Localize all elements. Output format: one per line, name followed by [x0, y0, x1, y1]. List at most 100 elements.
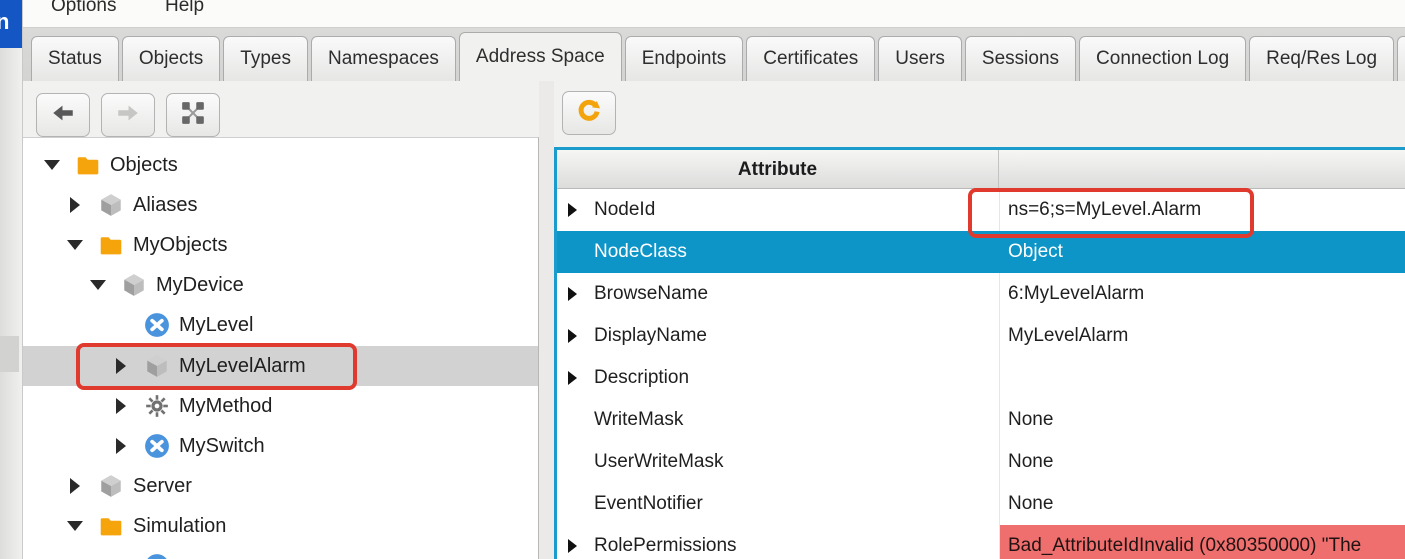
expander-icon[interactable]	[66, 521, 84, 531]
back-button[interactable]	[36, 93, 90, 137]
attr-value: 6:MyLevelAlarm	[1000, 273, 1405, 315]
expand-all-button[interactable]	[166, 93, 220, 137]
expand-all-icon	[180, 100, 206, 131]
cube-icon	[98, 192, 124, 218]
tree-item-label: MyLevelAlarm	[179, 355, 306, 378]
expander-icon[interactable]	[112, 438, 130, 454]
tree-item-server[interactable]: Server	[23, 466, 538, 506]
expander-icon[interactable]	[112, 358, 130, 374]
attributes-table-header[interactable]: Attribute	[557, 150, 1405, 189]
forward-arrow-icon	[115, 100, 141, 131]
expander-icon[interactable]	[89, 280, 107, 290]
tree-item-label: MySwitch	[179, 435, 265, 458]
tree-item-label: Aliases	[133, 194, 197, 217]
tab-row: Status Objects Types Namespaces Address …	[31, 32, 1405, 81]
attr-row-displayname[interactable]: DisplayName MyLevelAlarm	[557, 315, 1405, 357]
attributes-table: Attribute NodeId ns=6;s=MyLevel.Alarm No…	[554, 147, 1405, 559]
tab-address-space[interactable]: Address Space	[459, 32, 622, 81]
attr-name: WriteMask	[594, 399, 683, 441]
attr-name: RolePermissions	[594, 525, 737, 559]
tree-item-objects[interactable]: Objects	[23, 145, 538, 185]
cube-icon	[144, 353, 170, 379]
attr-value: None	[1000, 441, 1405, 483]
attr-value: None	[1000, 483, 1405, 525]
menu-options[interactable]: Options	[51, 0, 116, 17]
tab-req-res-log[interactable]: Req/Res Log	[1249, 36, 1394, 81]
attr-row-userwritemask[interactable]: UserWriteMask None	[557, 441, 1405, 483]
tab-types[interactable]: Types	[223, 36, 308, 81]
tree-item-mydevice[interactable]: MyDevice	[23, 265, 538, 305]
attr-row-writemask[interactable]: WriteMask None	[557, 399, 1405, 441]
variable-icon	[144, 433, 170, 459]
attr-name: NodeClass	[594, 231, 687, 273]
attr-row-browsename[interactable]: BrowseName 6:MyLevelAlarm	[557, 273, 1405, 315]
attr-row-description[interactable]: Description	[557, 357, 1405, 399]
tab-status[interactable]: Status	[31, 36, 119, 81]
row-expander-icon[interactable]	[568, 203, 577, 217]
refresh-button[interactable]	[562, 91, 616, 135]
row-expander-icon[interactable]	[568, 371, 577, 385]
app-window: Options Help Status Objects Types Namesp…	[22, 0, 1405, 559]
row-expander-icon[interactable]	[568, 287, 577, 301]
tab-endpoints[interactable]: Endpoints	[625, 36, 744, 81]
folder-icon	[75, 152, 101, 178]
attributes-toolbar	[554, 81, 1405, 147]
expander-icon[interactable]	[66, 197, 84, 213]
attr-value: ns=6;s=MyLevel.Alarm	[1000, 189, 1405, 231]
tree-item-myswitch[interactable]: MySwitch	[23, 426, 538, 466]
screenshot-root: n Options Help Status Objects Types Name…	[0, 0, 1405, 559]
attribute-column-header[interactable]: Attribute	[557, 150, 999, 189]
row-expander-icon[interactable]	[568, 539, 577, 553]
expander-icon[interactable]	[66, 240, 84, 250]
menu-help[interactable]: Help	[165, 0, 204, 17]
tab-certificates[interactable]: Certificates	[746, 36, 875, 81]
tree-item-mylevel[interactable]: MyLevel	[23, 305, 538, 345]
gear-icon	[144, 393, 170, 419]
tab-strip: Status Objects Types Namespaces Address …	[23, 28, 1405, 81]
menu-bar: Options Help	[23, 0, 1405, 28]
tree-item-myobjects[interactable]: MyObjects	[23, 225, 538, 265]
panel-splitter[interactable]	[539, 81, 554, 559]
tab-users[interactable]: Users	[878, 36, 962, 81]
row-expander-icon[interactable]	[568, 329, 577, 343]
value-column-header[interactable]	[1000, 150, 1405, 189]
attr-name: BrowseName	[594, 273, 708, 315]
attr-name: UserWriteMask	[594, 441, 724, 483]
attr-row-eventnotifier[interactable]: EventNotifier None	[557, 483, 1405, 525]
folder-icon	[98, 232, 124, 258]
attr-row-nodeid[interactable]: NodeId ns=6;s=MyLevel.Alarm	[557, 189, 1405, 231]
folder-icon	[98, 513, 124, 539]
tree-item-simulation[interactable]: Simulation	[23, 506, 538, 546]
expander-icon[interactable]	[112, 398, 130, 414]
variable-icon	[144, 553, 170, 559]
tab-sessions[interactable]: Sessions	[965, 36, 1076, 81]
forward-button[interactable]	[101, 93, 155, 137]
tree-item-label: MyObjects	[133, 234, 227, 257]
tab-objects[interactable]: Objects	[122, 36, 220, 81]
attr-row-nodeclass[interactable]: NodeClass Object	[557, 231, 1405, 273]
background-window-strip: n	[0, 0, 22, 559]
tree-item-label: MyMethod	[179, 395, 272, 418]
back-arrow-icon	[50, 100, 76, 131]
tree-item-partial[interactable]	[23, 546, 538, 559]
tree-item-label: Server	[133, 475, 192, 498]
tree-item-mylevelalarm[interactable]: MyLevelAlarm	[23, 346, 538, 386]
expander-icon[interactable]	[66, 478, 84, 494]
attr-row-rolepermissions[interactable]: RolePermissions Bad_AttributeIdInvalid (…	[557, 525, 1405, 559]
attr-value: Object	[1000, 231, 1405, 273]
variable-icon	[144, 312, 170, 338]
attr-value: MyLevelAlarm	[1000, 315, 1405, 357]
tree-item-aliases[interactable]: Aliases	[23, 185, 538, 225]
tree-item-mymethod[interactable]: MyMethod	[23, 386, 538, 426]
attr-name: NodeId	[594, 189, 655, 231]
attr-name: Description	[594, 357, 689, 399]
refresh-icon	[576, 98, 602, 129]
expander-icon[interactable]	[43, 160, 61, 170]
background-window-fragment: n	[0, 0, 22, 48]
address-space-tree: Objects Aliases MyObjects	[23, 137, 539, 559]
tab-namespaces[interactable]: Namespaces	[311, 36, 456, 81]
attr-name: DisplayName	[594, 315, 707, 357]
tab-connection-log[interactable]: Connection Log	[1079, 36, 1246, 81]
background-window-band	[0, 336, 19, 372]
tab-partial[interactable]	[1397, 36, 1405, 81]
